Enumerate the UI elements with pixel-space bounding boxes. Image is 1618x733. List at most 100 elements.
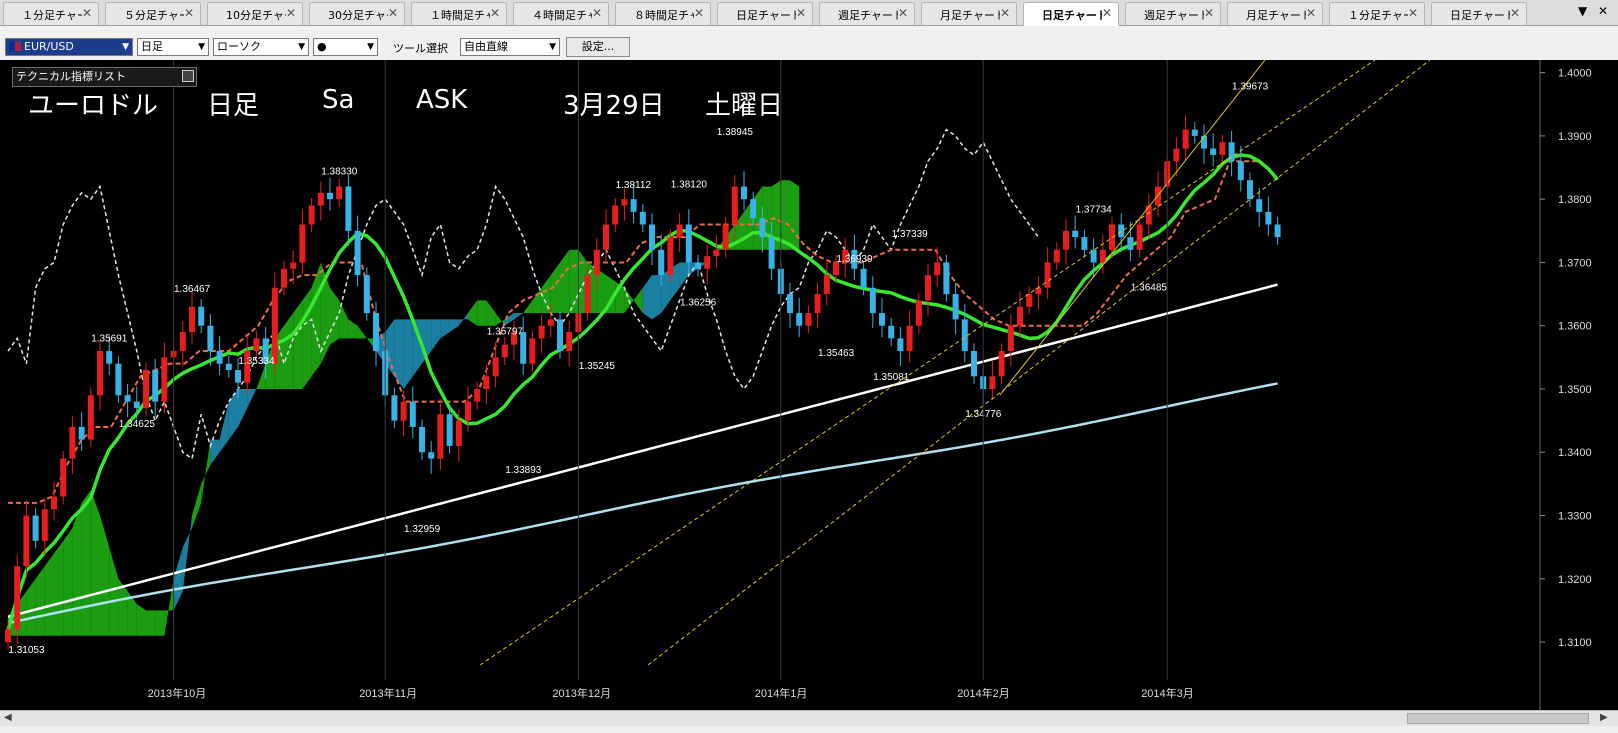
tab-close-icon[interactable]: ✕: [1204, 6, 1214, 20]
timeframe-select[interactable]: 日足 ▼: [137, 38, 209, 56]
tab-6[interactable]: ８時間足チャート✕: [615, 2, 711, 25]
tab-0[interactable]: １分足チャート✕: [3, 2, 99, 25]
price-annotation: 1.32959: [404, 524, 441, 535]
tab-12[interactable]: 月足チャート ✕: [1227, 2, 1323, 25]
candle-body: [400, 401, 407, 421]
tab-close-icon[interactable]: ✕: [1000, 6, 1010, 20]
tab-1[interactable]: ５分足チャート✕: [105, 2, 201, 25]
tab-label: 日足チャート: [1042, 9, 1102, 22]
ichimoku-cloud-segment: [348, 319, 358, 339]
tab-close-icon[interactable]: ✕: [286, 6, 296, 20]
ichimoku-cloud-segment: [63, 528, 73, 636]
ichimoku-cloud-segment: [431, 319, 441, 352]
tab-7[interactable]: 日足チャート ✕: [717, 2, 813, 25]
expand-panel-icon[interactable]: [182, 70, 194, 82]
candle-body: [1182, 129, 1189, 149]
tab-close-icon[interactable]: ✕: [796, 6, 806, 20]
tab-close-icon[interactable]: ✕: [82, 6, 92, 20]
y-tick-label: 1.4000: [1558, 68, 1592, 80]
candle-body: [879, 313, 885, 326]
candle-body: [538, 325, 545, 339]
tab-8[interactable]: 週足チャート ✕: [819, 2, 915, 25]
ichimoku-cloud-segment: [394, 319, 404, 389]
y-tick-label: 1.3800: [1558, 194, 1592, 206]
candle-body: [603, 224, 609, 250]
tab-label: ８時間足チャート: [634, 9, 694, 22]
tab-10[interactable]: 日足チャート ✕: [1023, 2, 1119, 26]
price-annotation: 1.38330: [321, 166, 358, 177]
candle-body: [87, 395, 94, 440]
tab-close-icon[interactable]: ✕: [1510, 6, 1520, 20]
tab-label: 月足チャート: [1246, 9, 1306, 22]
ichimoku-cloud-segment: [136, 604, 146, 636]
scroll-right-icon[interactable]: ▶: [1600, 712, 1608, 723]
price-chart[interactable]: 1.4000 1.3900 1.3800 1.3700 1.3600 1.3500 1.34…: [0, 60, 1618, 710]
tab-close-icon[interactable]: ✕: [1408, 6, 1418, 20]
tab-close-icon[interactable]: ✕: [388, 6, 398, 20]
y-tick-label: 1.3500: [1558, 384, 1592, 396]
candle-body: [281, 268, 287, 288]
tab-close-icon[interactable]: ✕: [184, 6, 194, 20]
chevron-down-icon: ▼: [122, 42, 129, 52]
indicator-list-label: テクニカル指標リスト: [16, 70, 126, 83]
candle-body: [106, 351, 113, 364]
price-annotation: 1.35463: [818, 348, 855, 359]
price-annotation: 1.35081: [873, 372, 910, 383]
mid-ma-line: [7, 283, 1278, 618]
tab-11[interactable]: 週足チャート ✕: [1125, 2, 1221, 25]
chart-type-select[interactable]: ローソク ▼: [213, 38, 309, 56]
ichimoku-cloud-segment: [679, 262, 689, 288]
scrollbar-thumb[interactable]: [1407, 713, 1589, 724]
tab-14[interactable]: 日足チャート ✕: [1431, 2, 1527, 25]
indicator-list-panel[interactable]: テクニカル指標リスト: [12, 67, 197, 87]
scroll-left-icon[interactable]: ◀: [4, 712, 12, 723]
tab-13[interactable]: １分足チャート✕: [1329, 2, 1425, 25]
candle-body: [1256, 199, 1263, 212]
tab-close-icon[interactable]: ✕: [592, 6, 602, 20]
candle-body: [695, 262, 701, 269]
tab-label: 日足チャート: [1450, 9, 1510, 22]
candle-body: [750, 199, 757, 219]
tab-3[interactable]: 30分足チャート✕: [309, 2, 405, 25]
price-annotation: 1.31053: [8, 645, 45, 656]
drawing-tool-select[interactable]: 自由直線 ▼: [460, 38, 560, 56]
horizontal-scrollbar[interactable]: ◀ ▶: [0, 710, 1618, 726]
x-tick-label: 2014年3月: [1141, 686, 1194, 700]
candle-body: [373, 313, 379, 352]
y-tick-label: 1.3400: [1558, 447, 1592, 459]
price-annotation: 1.34625: [119, 419, 156, 430]
candle-body: [216, 351, 223, 364]
tab-4[interactable]: １時間足チャート✕: [411, 2, 507, 25]
tab-close-icon[interactable]: ✕: [1102, 6, 1112, 20]
close-window-icon[interactable]: ✕: [1598, 4, 1608, 18]
candle-body: [271, 287, 278, 364]
candle-body: [179, 332, 186, 352]
tab-list-dropdown-icon[interactable]: ▼: [1578, 4, 1587, 18]
price-annotation: 1.35334: [238, 356, 275, 367]
tab-close-icon[interactable]: ✕: [694, 6, 704, 20]
tab-2[interactable]: 10分足チャート✕: [207, 2, 303, 25]
currency-pair-select[interactable]: EUR/USD ▼: [5, 38, 133, 56]
tab-label: １時間足チャート: [430, 9, 490, 22]
candle-body: [888, 325, 895, 339]
y-tick-label: 1.3700: [1558, 257, 1592, 269]
x-tick-label: 2014年2月: [957, 686, 1010, 700]
price-annotation: 1.38945: [717, 127, 754, 138]
tab-9[interactable]: 月足チャート ✕: [921, 2, 1017, 25]
candle-body: [78, 426, 85, 440]
settings-button[interactable]: 設定...: [566, 37, 630, 57]
candle-body: [1017, 306, 1023, 326]
chevron-down-icon: ▼: [198, 42, 205, 52]
tab-5[interactable]: ４時間足チャート✕: [513, 2, 609, 25]
tab-close-icon[interactable]: ✕: [1306, 6, 1316, 20]
chart-canvas[interactable]: 1.4000 1.3900 1.3800 1.3700 1.3600 1.3500 1.34…: [0, 60, 1618, 710]
candle-body: [5, 629, 11, 643]
tab-close-icon[interactable]: ✕: [898, 6, 908, 20]
candle-body: [1210, 148, 1217, 155]
price-annotation: 1.33893: [505, 465, 542, 476]
candle-body: [547, 319, 554, 326]
ichimoku-cloud-segment: [541, 275, 551, 314]
candle-body: [133, 401, 140, 408]
tab-close-icon[interactable]: ✕: [490, 6, 500, 20]
marker-select[interactable]: ● ▼: [313, 38, 378, 56]
